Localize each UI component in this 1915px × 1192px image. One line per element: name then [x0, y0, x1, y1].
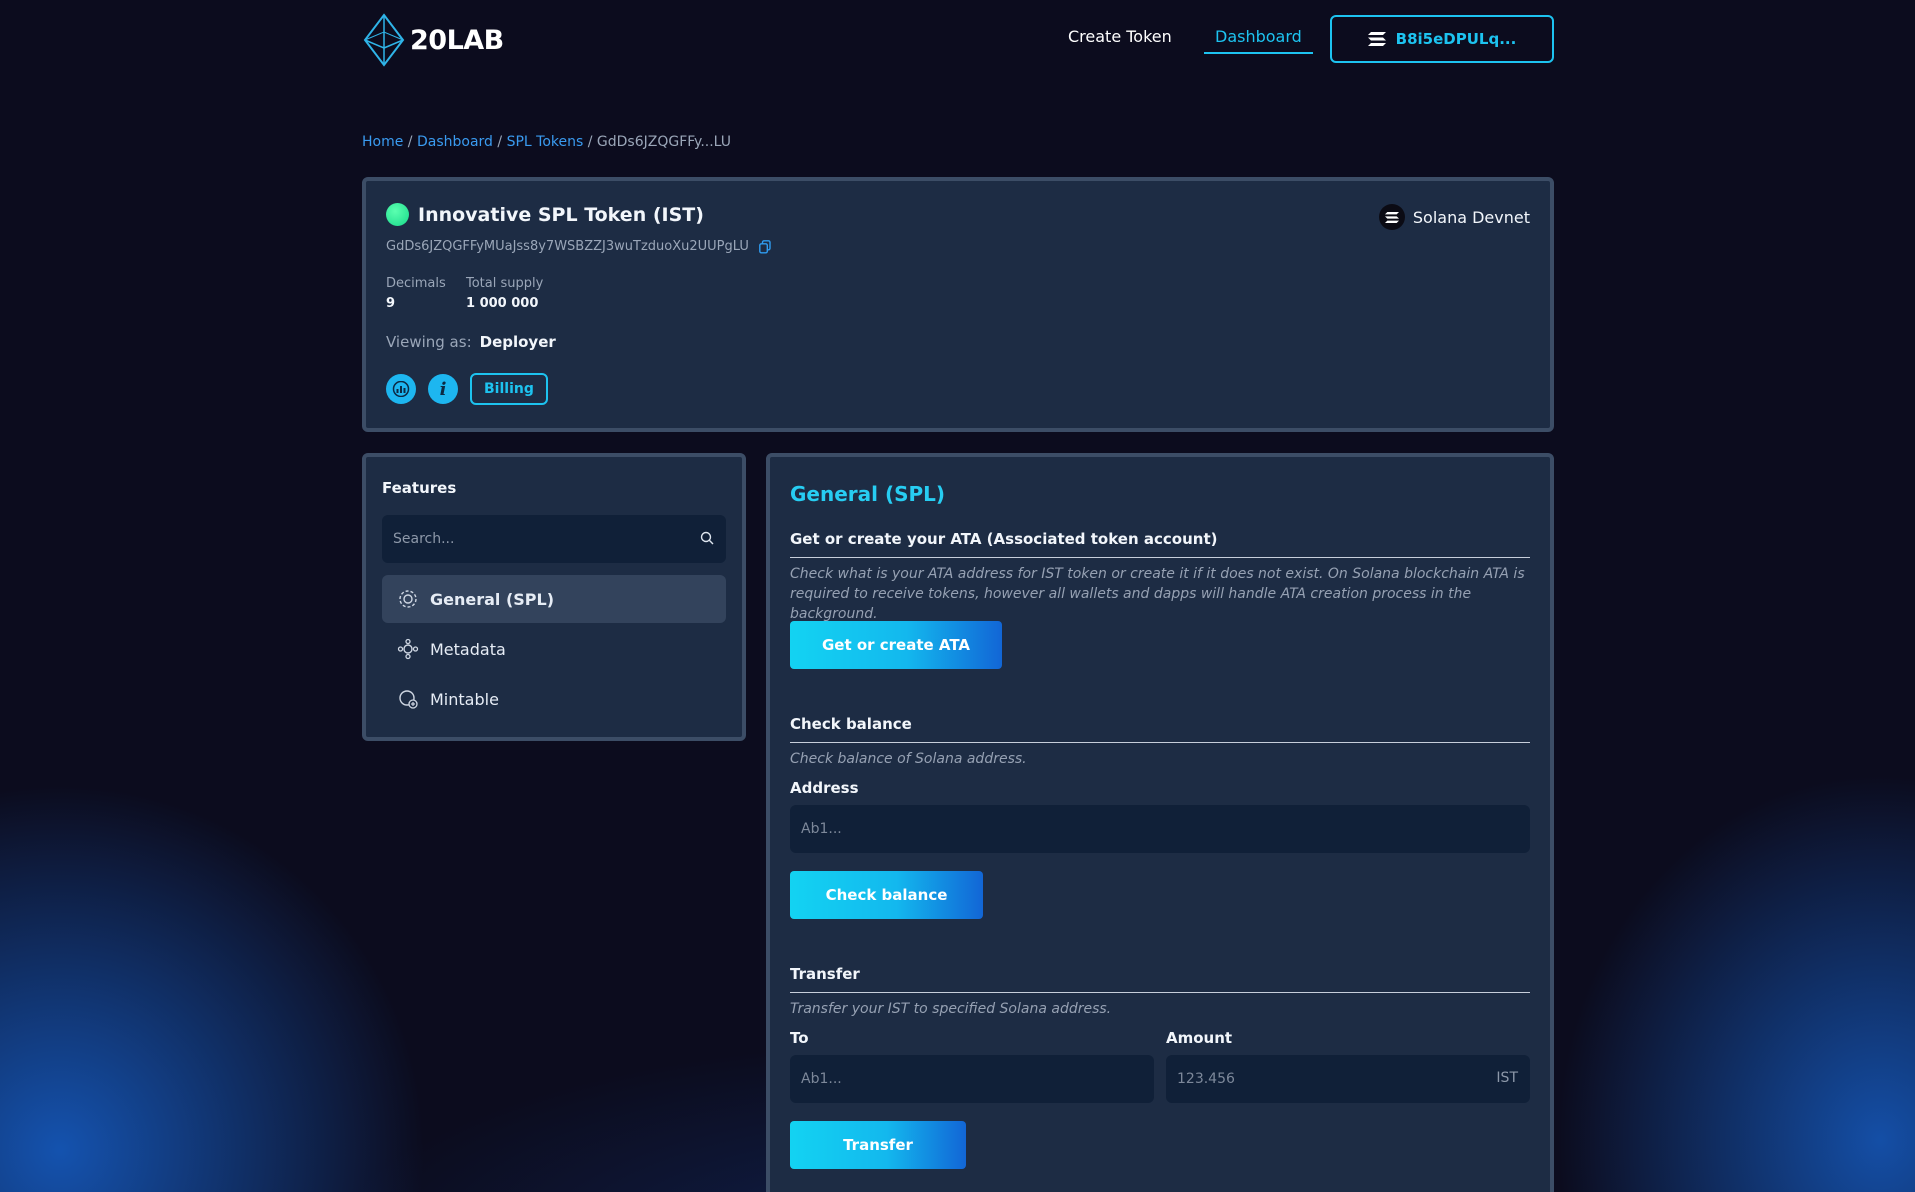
transfer-button[interactable]: Transfer	[790, 1121, 966, 1169]
ata-description: Check what is your ATA address for IST t…	[790, 566, 1525, 622]
token-address: GdDs6JZQGFFyMUaJss8y7WSBZZJ3wuTzduoXu2UU…	[386, 239, 749, 254]
features-search	[382, 515, 726, 563]
supply-stat: Total supply 1 000 000	[466, 276, 543, 311]
panel-title: General (SPL)	[790, 482, 946, 506]
search-icon[interactable]	[700, 531, 714, 545]
gear-coin-icon	[399, 590, 417, 608]
status-dot-icon	[386, 203, 409, 226]
feature-item-metadata[interactable]: Metadata	[382, 625, 726, 673]
network-badge: Solana Devnet	[1378, 204, 1530, 230]
nav-create-token[interactable]: Create Token	[1068, 27, 1172, 46]
transfer-description: Transfer your IST to specified Solana ad…	[790, 1001, 1112, 1017]
solana-network-icon	[1378, 204, 1405, 230]
brand-name: 20LAB	[410, 24, 504, 56]
copy-icon[interactable]	[758, 239, 771, 254]
nav-dashboard[interactable]: Dashboard	[1204, 27, 1313, 54]
balance-heading: Check balance	[790, 715, 1530, 743]
token-actions: i Billing	[386, 373, 548, 405]
address-label: Address	[790, 779, 859, 797]
metadata-icon	[397, 638, 419, 660]
feature-item-mintable[interactable]: Mintable	[382, 675, 726, 723]
diamond-logo-icon	[363, 13, 405, 67]
billing-button[interactable]: Billing	[470, 373, 548, 405]
breadcrumb-separator: /	[403, 134, 417, 150]
breadcrumb-spl-tokens[interactable]: SPL Tokens	[507, 134, 584, 150]
feature-label: Mintable	[430, 689, 499, 709]
breadcrumb-separator: /	[583, 134, 597, 150]
chart-icon[interactable]	[386, 374, 416, 404]
wallet-address: B8i5eDPULq...	[1395, 30, 1517, 48]
features-panel: Features General (SPL) Metadata	[362, 453, 746, 741]
brand-logo[interactable]: 20LAB	[362, 12, 504, 68]
solana-icon	[1367, 32, 1386, 46]
breadcrumb: Home / Dashboard / SPL Tokens / GdDs6JZQ…	[362, 134, 731, 150]
ata-heading: Get or create your ATA (Associated token…	[790, 530, 1530, 558]
balance-description: Check balance of Solana address.	[790, 751, 1027, 767]
check-balance-button[interactable]: Check balance	[790, 871, 983, 919]
transfer-heading: Transfer	[790, 965, 1530, 993]
feature-label: Metadata	[430, 639, 506, 659]
viewing-role: Deployer	[479, 333, 556, 351]
feature-label: General (SPL)	[430, 589, 555, 609]
to-field	[790, 1055, 1154, 1103]
search-input[interactable]	[382, 515, 682, 563]
network-name: Solana Devnet	[1412, 207, 1530, 227]
supply-value: 1 000 000	[466, 296, 539, 311]
address-input[interactable]	[790, 805, 1530, 853]
breadcrumb-separator: /	[492, 134, 507, 150]
to-input[interactable]	[790, 1055, 1154, 1103]
mint-icon	[399, 690, 418, 709]
info-icon[interactable]: i	[428, 374, 458, 404]
viewing-label: Viewing as:	[386, 333, 472, 351]
breadcrumb-dashboard[interactable]: Dashboard	[417, 134, 493, 150]
features-title: Features	[382, 479, 457, 497]
decimals-value: 9	[386, 296, 396, 311]
address-field	[790, 805, 1530, 853]
amount-input[interactable]	[1166, 1055, 1530, 1103]
amount-field: IST	[1166, 1055, 1530, 1103]
breadcrumb-current: GdDs6JZQGFFy...LU	[596, 134, 732, 150]
decimals-label: Decimals	[386, 276, 446, 291]
supply-label: Total supply	[466, 276, 544, 291]
token-header: Innovative SPL Token (IST)	[386, 203, 704, 226]
wallet-button[interactable]: B8i5eDPULq...	[1330, 15, 1554, 63]
decimals-stat: Decimals 9	[386, 276, 446, 311]
top-header: 20LAB Create Token Dashboard B8i5eDPULq.…	[362, 12, 1554, 68]
general-panel: General (SPL) Get or create your ATA (As…	[766, 453, 1554, 1192]
token-address-row: GdDs6JZQGFFyMUaJss8y7WSBZZJ3wuTzduoXu2UU…	[386, 239, 771, 254]
token-name: Innovative SPL Token (IST)	[418, 203, 704, 226]
get-create-ata-button[interactable]: Get or create ATA	[790, 621, 1002, 669]
amount-suffix: IST	[1496, 1070, 1518, 1086]
breadcrumb-home[interactable]: Home	[362, 134, 403, 150]
feature-item-general[interactable]: General (SPL)	[382, 575, 726, 623]
viewing-as: Viewing as: Deployer	[386, 333, 556, 351]
to-label: To	[790, 1029, 809, 1047]
amount-label: Amount	[1166, 1029, 1233, 1047]
token-card: Innovative SPL Token (IST) Solana Devnet…	[362, 177, 1554, 432]
